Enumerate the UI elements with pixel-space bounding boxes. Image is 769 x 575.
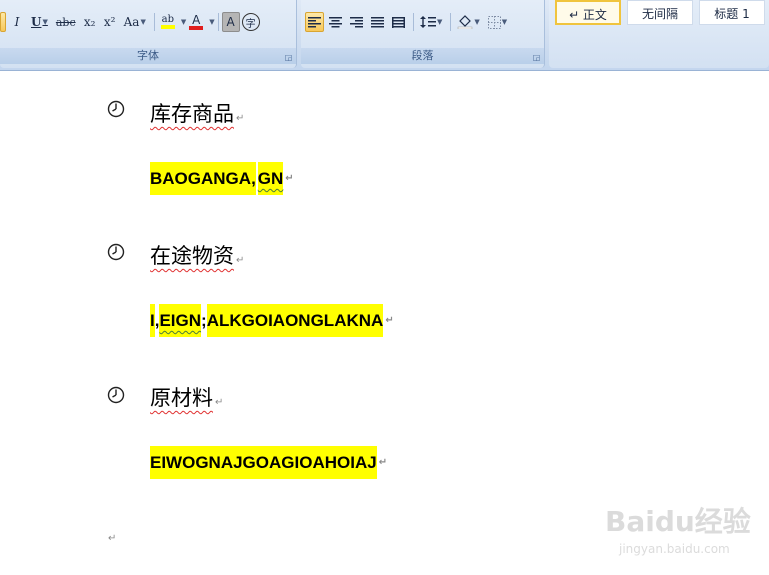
change-case-button[interactable]: Aa ▼: [121, 12, 149, 32]
heading-text: 库存商品: [150, 102, 234, 126]
paragraph-mark: ↵: [378, 457, 388, 468]
style-normal[interactable]: ↵ 正文: [555, 0, 621, 25]
highlight-swatch: [160, 25, 175, 29]
paragraph-mark: ↵: [215, 397, 224, 408]
highlighted-text: EIGN: [159, 304, 202, 337]
highlight-label: ab: [161, 14, 175, 25]
subscript-button[interactable]: x₂: [81, 12, 99, 32]
align-right-icon: [350, 16, 363, 27]
chevron-down-icon[interactable]: ▼: [140, 18, 145, 26]
chevron-down-icon[interactable]: ▼: [209, 18, 214, 26]
highlighted-text: ,: [251, 162, 256, 195]
paragraph-mark: ↵: [236, 255, 245, 266]
paragraph-mark: ↵: [236, 113, 245, 124]
distributed-icon: [392, 16, 405, 28]
paint-bucket-icon: [458, 15, 473, 29]
styles-group: ↵ 正文 无间隔 标题 1: [549, 0, 769, 68]
shading-button[interactable]: ▼: [454, 12, 482, 32]
separator: [413, 13, 414, 31]
chevron-down-icon[interactable]: ▼: [474, 18, 479, 26]
paragraph-group-label: 段落: [301, 48, 544, 64]
borders-icon: [487, 15, 501, 29]
chevron-down-icon[interactable]: ▼: [42, 18, 47, 26]
bullet-heading: 在途物资 ↵: [150, 240, 244, 270]
strikethrough-button[interactable]: abc: [53, 12, 79, 32]
distributed-button[interactable]: [389, 12, 408, 32]
paragraph-group: ▼ ▼ ▼ 段落 ◲: [301, 0, 545, 68]
bold-button[interactable]: [0, 12, 6, 32]
character-shading-button[interactable]: A: [221, 12, 240, 32]
align-right-button[interactable]: [347, 12, 366, 32]
highlighted-line: EIWOGNAJGOAGIOAHOIAJ ↵: [150, 446, 387, 479]
style-heading-1[interactable]: 标题 1: [699, 0, 765, 25]
ribbon: I U ▼ abc x₂ x² Aa ▼ ab ▼ A ▼ A 字 字体 ◲ ▼…: [0, 0, 769, 71]
style-no-spacing[interactable]: 无间隔: [627, 0, 693, 25]
watermark-brand: Baidu经验: [605, 505, 751, 538]
highlighted-line: BAOGANGA, GN ↵: [150, 162, 294, 195]
align-center-button[interactable]: [326, 12, 345, 32]
justify-icon: [371, 16, 384, 27]
highlighted-text: EIWOGNAJGOAGIOAHOIAJ: [150, 446, 377, 479]
borders-button[interactable]: ▼: [485, 12, 510, 32]
superscript-button[interactable]: x²: [101, 12, 119, 32]
change-case-label: Aa: [123, 15, 140, 29]
font-group-label: 字体: [0, 48, 296, 64]
dialog-launcher-icon[interactable]: ◲: [532, 53, 541, 62]
paragraph-mark: ↵: [285, 173, 294, 184]
document-page[interactable]: 库存商品 ↵ BAOGANGA, GN ↵ 在途物资 ↵ I, EIGN; ALKGOIAO…: [0, 71, 769, 575]
separator: [153, 13, 155, 31]
highlighted-line: I, EIGN; ALKGOIAONGLAKNA ↵: [150, 304, 394, 337]
baidu-watermark: Baidu经验 jingyan.baidu.com: [597, 490, 757, 565]
watermark-url: jingyan.baidu.com: [619, 542, 730, 556]
underline-button[interactable]: U ▼: [28, 12, 51, 32]
heading-text: 在途物资: [150, 244, 234, 268]
underline-label: U: [31, 15, 42, 29]
separator: [217, 13, 219, 31]
paragraph-mark: ↵: [385, 315, 394, 326]
align-center-icon: [329, 16, 342, 27]
paragraph-format-row: ▼ ▼ ▼: [305, 11, 512, 33]
clock-bullet-icon: [107, 386, 125, 404]
chevron-down-icon[interactable]: ▼: [502, 18, 507, 26]
paragraph-mark: ↵: [108, 533, 117, 544]
align-left-icon: [308, 16, 321, 27]
bullet-heading: 原材料 ↵: [150, 382, 223, 412]
font-color-swatch: [189, 25, 204, 30]
chevron-down-icon[interactable]: ▼: [437, 18, 442, 26]
font-group: I U ▼ abc x₂ x² Aa ▼ ab ▼ A ▼ A 字 字体 ◲: [0, 0, 297, 68]
font-color-button[interactable]: A: [186, 12, 206, 32]
highlight-color-button[interactable]: ab: [158, 12, 178, 32]
highlighted-text: ALKGOIAONGLAKNA: [206, 304, 384, 337]
font-color-label: A: [192, 12, 201, 27]
heading-text: 原材料: [150, 386, 213, 410]
justify-button[interactable]: [368, 12, 387, 32]
highlighted-text: GN: [257, 162, 284, 195]
separator: [450, 13, 452, 31]
line-spacing-button[interactable]: ▼: [417, 12, 445, 32]
italic-button[interactable]: I: [8, 12, 26, 32]
align-left-button[interactable]: [305, 12, 324, 32]
font-format-row: I U ▼ abc x₂ x² Aa ▼ ab ▼ A ▼ A 字: [0, 11, 262, 33]
line-spacing-icon: [420, 16, 436, 28]
dialog-launcher-icon[interactable]: ◲: [284, 53, 293, 62]
clock-bullet-icon: [107, 100, 125, 118]
bullet-heading: 库存商品 ↵: [150, 98, 244, 128]
enclose-characters-button[interactable]: 字: [241, 13, 260, 31]
highlighted-text: BAOGANGA: [150, 162, 252, 195]
clock-bullet-icon: [107, 243, 125, 261]
